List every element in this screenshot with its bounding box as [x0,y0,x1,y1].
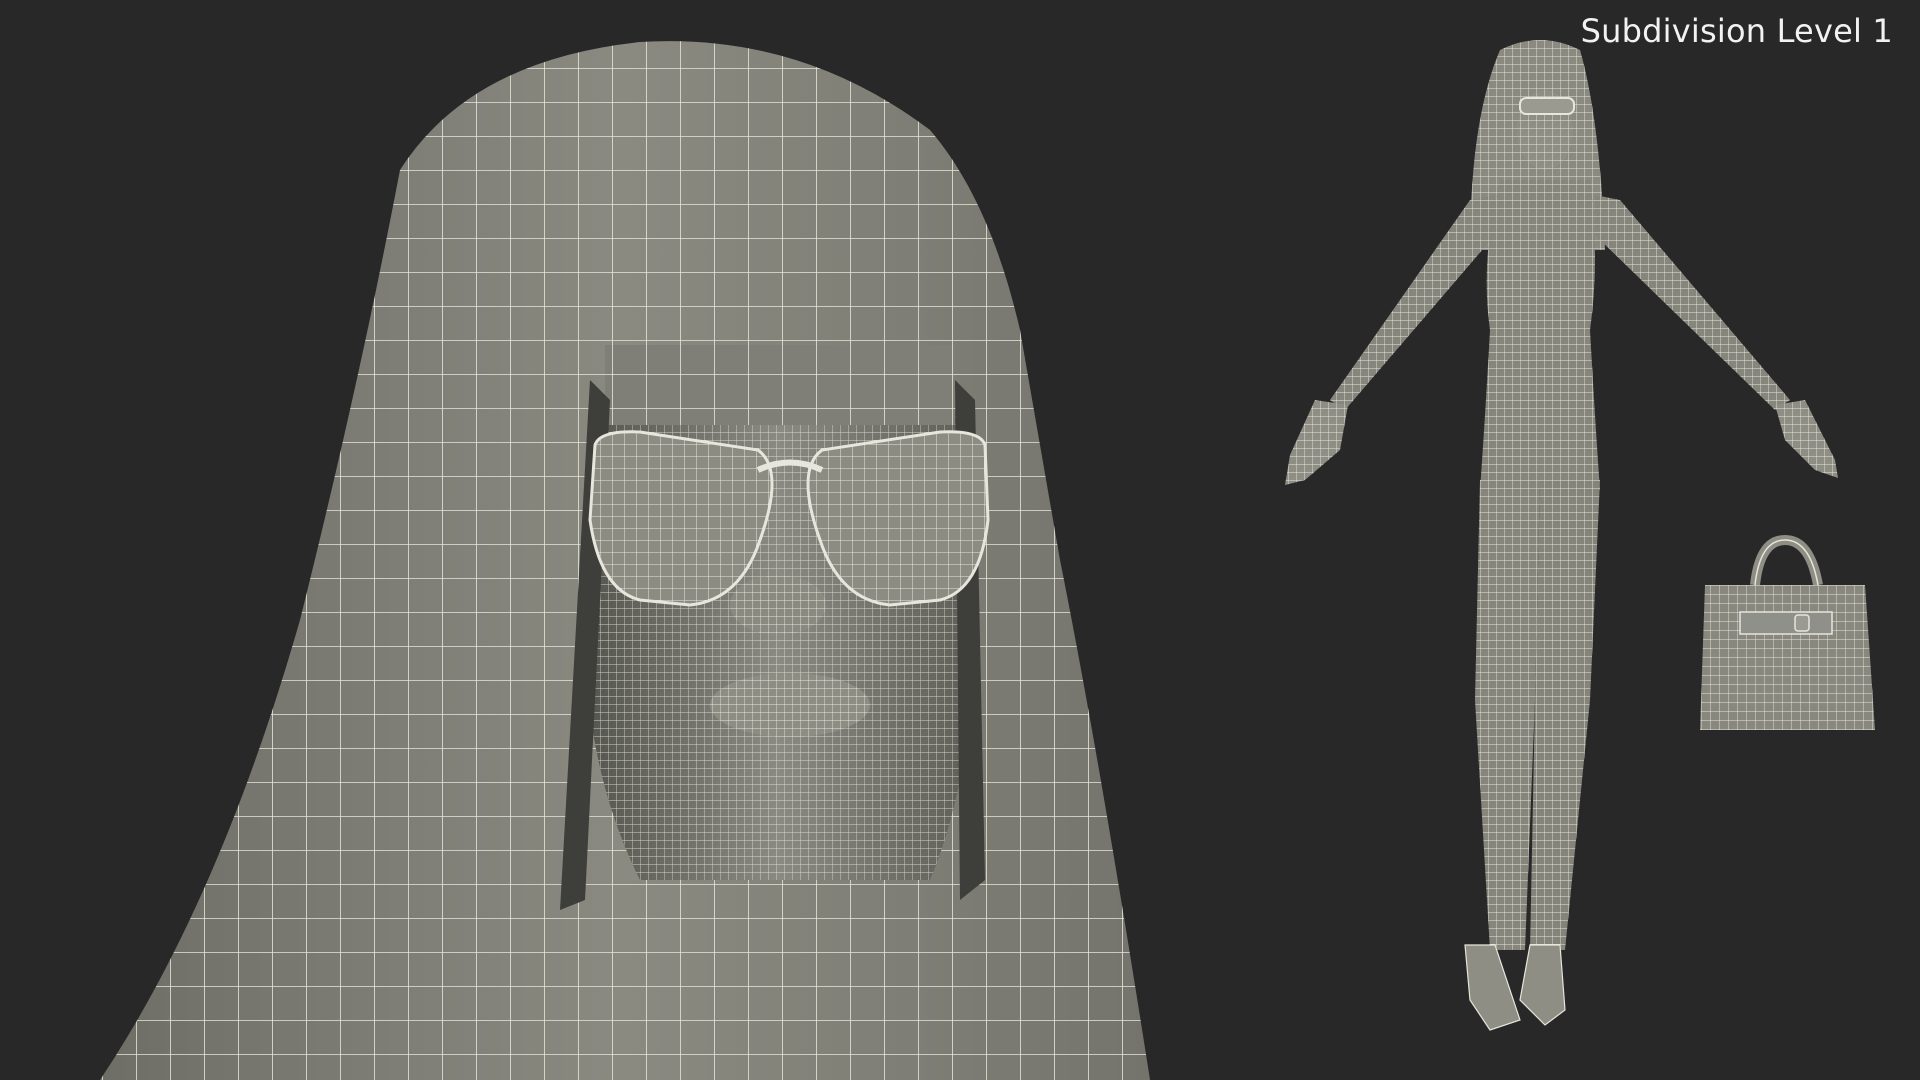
full-body-figure-wireframe [1285,40,1838,1031]
handbag-wireframe [1700,534,1875,730]
head-closeup-wireframe [100,41,1150,1080]
viewport-canvas[interactable]: Subdivision Level 1 [0,0,1920,1080]
subdivision-level-label: Subdivision Level 1 [1580,12,1893,50]
render-scene [100,40,1875,1080]
